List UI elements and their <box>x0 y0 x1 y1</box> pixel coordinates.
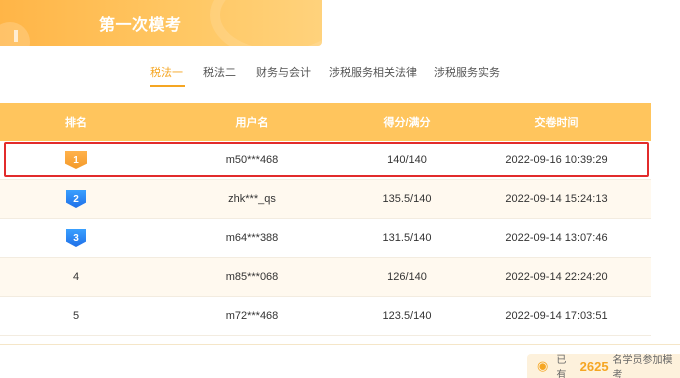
ranking-table-header: 排名 用户名 得分/满分 交卷时间 <box>0 103 651 141</box>
subject-tabs: 税法一 税法二 财务与会计 涉税服务相关法律 涉税服务实务 <box>0 64 680 88</box>
score: 131.5/140 <box>382 232 432 244</box>
rank-number: 2 <box>73 193 79 205</box>
exam-title: 第一次模考 <box>99 17 182 34</box>
rank-number: 4 <box>72 271 80 283</box>
submit-time: 2022-09-14 22:24:20 <box>505 271 608 283</box>
rank-badge-icon: 2 <box>66 190 86 208</box>
score: 135.5/140 <box>382 193 432 205</box>
submit-time: 2022-09-14 13:07:46 <box>505 232 608 244</box>
tab-tax-related-law[interactable]: 涉税服务相关法律 <box>329 64 417 80</box>
tab-finance-accounting[interactable]: 财务与会计 <box>256 64 311 80</box>
rank-number: 5 <box>72 310 80 322</box>
table-row: 2 zhk***_qs 135.5/140 2022-09-14 15:24:1… <box>0 180 651 219</box>
table-row: 3 m64***388 131.5/140 2022-09-14 13:07:4… <box>0 219 651 258</box>
page: 第一次模考 税法一 税法二 财务与会计 涉税服务相关法律 涉税服务实务 排名 用… <box>0 0 680 378</box>
table-row: 5 m72***468 123.5/140 2022-09-14 17:03:5… <box>0 297 651 336</box>
score: 126/140 <box>387 271 427 283</box>
rank-number: 3 <box>73 232 79 244</box>
username: m85***068 <box>225 271 279 283</box>
table-row: 4 m85***068 126/140 2022-09-14 22:24:20 <box>0 258 651 297</box>
participant-suffix: 名学员参加模考 <box>612 355 673 378</box>
tab-tax-law-2[interactable]: 税法二 <box>203 64 236 80</box>
username: zhk***_qs <box>228 193 276 205</box>
username: m64***388 <box>225 232 279 244</box>
banner-mark <box>14 30 18 42</box>
participant-count-badge: ◉ 已有 2625 名学员参加模考 <box>527 354 680 378</box>
rank-badge-icon: 3 <box>66 229 86 247</box>
username: m72***468 <box>225 310 279 322</box>
score: 123.5/140 <box>382 310 432 322</box>
tab-tax-law-1[interactable]: 税法一 <box>150 64 185 87</box>
header-score: 得分/满分 <box>383 117 431 129</box>
tab-tax-service-practice[interactable]: 涉税服务实务 <box>434 64 500 80</box>
header-submit-time: 交卷时间 <box>534 117 579 129</box>
header-username: 用户名 <box>235 117 269 129</box>
top-rank-highlight-box <box>4 142 649 177</box>
participant-count: 2625 <box>579 358 609 374</box>
participant-prefix: 已有 <box>556 355 567 378</box>
divider <box>0 344 680 345</box>
location-pin-icon: ◉ <box>537 358 549 373</box>
submit-time: 2022-09-14 15:24:13 <box>505 193 608 205</box>
header-rank: 排名 <box>65 117 87 129</box>
banner-decoration <box>210 0 322 46</box>
exam-banner: 第一次模考 <box>0 0 322 46</box>
submit-time: 2022-09-14 17:03:51 <box>505 310 608 322</box>
